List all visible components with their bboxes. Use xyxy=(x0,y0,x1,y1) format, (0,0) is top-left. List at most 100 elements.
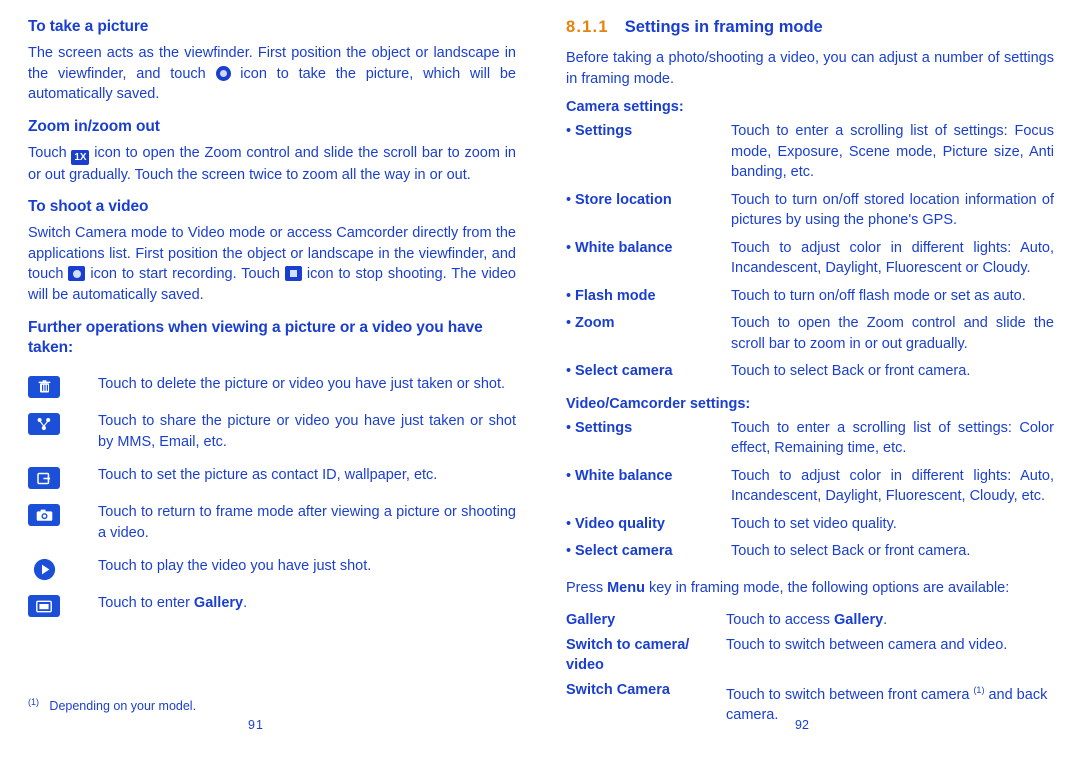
gallery-text-before: Touch to enter xyxy=(98,595,194,611)
camera-settings-heading: Camera settings: xyxy=(566,99,684,115)
icon-action-list: Touch to delete the picture or video you… xyxy=(28,374,516,617)
table-row: Switch to camera/ video Touch to switch … xyxy=(566,635,1054,676)
list-item-label: Store location xyxy=(575,191,672,208)
camera-settings-list: • Settings Touch to enter a scrolling li… xyxy=(566,121,1054,382)
menu-option-desc: Touch to switch between camera and video… xyxy=(726,636,1008,653)
list-item-text: Touch to enter Gallery. xyxy=(98,593,516,614)
video-settings-heading: Video/Camcorder settings: xyxy=(566,395,751,412)
bullet-dot: • xyxy=(566,363,572,379)
list-item: Touch to delete the picture or video you… xyxy=(28,374,516,398)
list-item-desc: Touch to turn on/off flash mode or set a… xyxy=(731,287,1026,304)
play-icon[interactable] xyxy=(28,558,60,580)
left-column: To take a picture The screen acts as the… xyxy=(28,18,516,630)
list-item-desc: Touch to enter a scrolling list of setti… xyxy=(731,419,1054,457)
section-number: 8.1.1 xyxy=(566,18,609,36)
paragraph-take-picture: The screen acts as the viewfinder. First… xyxy=(28,43,516,105)
footnote-ref: (1) xyxy=(973,684,985,695)
list-item-text: Touch to play the video you have just sh… xyxy=(98,558,372,574)
list-item: • Settings Touch to enter a scrolling li… xyxy=(566,121,1054,183)
menu-key-word: Menu xyxy=(607,579,645,596)
list-item: • Select camera Touch to select Back or … xyxy=(566,541,1054,562)
list-item-desc: Touch to select Back or front camera. xyxy=(731,363,971,379)
bullet-dot: • xyxy=(566,239,572,256)
list-item: • White balance Touch to adjust color in… xyxy=(566,466,1054,507)
menu-option-label: Switch Camera xyxy=(566,681,670,698)
trash-icon[interactable] xyxy=(28,376,60,398)
menu-intro-a: Press xyxy=(566,579,608,596)
heading-zoom: Zoom in/zoom out xyxy=(28,117,160,135)
list-item-desc: Touch to adjust color in different light… xyxy=(731,239,1054,277)
stop-icon xyxy=(284,266,302,281)
icon-cell xyxy=(28,502,98,526)
list-item: Touch to play the video you have just sh… xyxy=(28,556,516,580)
shutter-icon xyxy=(215,65,231,81)
bullet-dot: • xyxy=(566,123,572,139)
document-page: To take a picture The screen acts as the… xyxy=(0,0,1080,767)
list-item-desc: Touch to turn on/off stored location inf… xyxy=(731,191,1054,229)
icon-cell xyxy=(28,374,98,398)
gallery-text-after: . xyxy=(243,595,248,611)
section-heading: 8.1.1 Settings in framing mode xyxy=(566,18,1054,37)
list-item-label: White balance xyxy=(575,467,673,484)
bullet-dot: • xyxy=(566,515,572,532)
list-item: Touch to enter Gallery. xyxy=(28,593,516,617)
page-number-right: 92 xyxy=(795,718,809,732)
list-item: Touch to share the picture or video you … xyxy=(28,411,516,452)
list-item-text: Touch to set the picture as contact ID, … xyxy=(98,467,438,483)
heading-shoot-video: To shoot a video xyxy=(28,198,149,215)
list-item-label: White balance xyxy=(575,239,673,256)
list-item-label: Select camera xyxy=(575,363,673,379)
list-item: • White balance Touch to adjust color in… xyxy=(566,238,1054,279)
menu-option-label: Gallery xyxy=(566,612,616,628)
icon-cell xyxy=(28,593,98,617)
share-icon[interactable] xyxy=(28,413,60,435)
list-item-text: Touch to share the picture or video you … xyxy=(98,413,516,450)
list-item-label: Flash mode xyxy=(575,287,656,304)
bullet-dot: • xyxy=(566,543,572,559)
menu-desc-c: . xyxy=(883,612,888,628)
set-as-icon[interactable] xyxy=(28,467,60,489)
table-row: Switch Camera Touch to switch between fr… xyxy=(566,680,1054,726)
list-item-label: Settings xyxy=(575,419,633,436)
bullet-dot: • xyxy=(566,287,572,304)
list-item-label: Zoom xyxy=(575,315,615,331)
list-item-desc: Touch to adjust color in different light… xyxy=(731,467,1054,505)
list-item: Touch to return to frame mode after view… xyxy=(28,502,516,543)
icon-cell xyxy=(28,411,98,435)
section-title: Settings in framing mode xyxy=(624,18,823,36)
heading-further-operations: Further operations when viewing a pictur… xyxy=(28,319,483,356)
heading-take-picture: To take a picture xyxy=(28,18,149,35)
footnote-text: Depending on your model. xyxy=(49,699,197,714)
list-item-desc: Touch to enter a scrolling list of setti… xyxy=(731,123,1054,180)
list-item: • Zoom Touch to open the Zoom control an… xyxy=(566,313,1054,354)
table-row: Gallery Touch to access Gallery. xyxy=(566,610,1054,631)
gallery-icon[interactable] xyxy=(28,595,60,617)
list-item: Touch to set the picture as contact ID, … xyxy=(28,465,516,489)
zoom-text-before: Touch xyxy=(28,144,72,161)
list-item-text: Touch to delete the picture or video you… xyxy=(98,376,506,392)
page-number-left: 91 xyxy=(248,718,264,732)
record-icon xyxy=(68,266,86,281)
zoom-1x-icon: 1X xyxy=(71,149,90,165)
menu-intro-c: key in framing mode, the following optio… xyxy=(644,579,1010,596)
list-item-desc: Touch to set video quality. xyxy=(731,515,897,532)
menu-desc-a: Touch to switch between front camera xyxy=(726,686,974,703)
footnote: (1) Depending on your model. xyxy=(28,697,196,713)
list-item-desc: Touch to select Back or front camera. xyxy=(731,543,971,559)
list-item: • Select camera Touch to select Back or … xyxy=(566,361,1054,382)
footnote-marker: (1) xyxy=(28,697,39,707)
paragraph-intro: Before taking a photo/shooting a video, … xyxy=(566,50,1054,87)
bullet-dot: • xyxy=(566,315,572,331)
right-column: 8.1.1 Settings in framing mode Before ta… xyxy=(566,18,1054,729)
menu-desc-a: Touch to access xyxy=(726,612,834,628)
list-item: • Settings Touch to enter a scrolling li… xyxy=(566,418,1054,459)
list-item: • Store location Touch to turn on/off st… xyxy=(566,190,1054,231)
menu-option-label: Switch to camera/ video xyxy=(566,636,690,674)
camera-icon[interactable] xyxy=(28,504,60,526)
bullet-dot: • xyxy=(566,467,572,484)
menu-option-desc: Touch to switch between front camera (1)… xyxy=(726,680,1054,726)
menu-options-list: Gallery Touch to access Gallery. Switch … xyxy=(566,610,1054,725)
list-item: • Video quality Touch to set video quali… xyxy=(566,514,1054,535)
bullet-dot: • xyxy=(566,191,572,208)
gallery-word: Gallery xyxy=(193,595,244,611)
